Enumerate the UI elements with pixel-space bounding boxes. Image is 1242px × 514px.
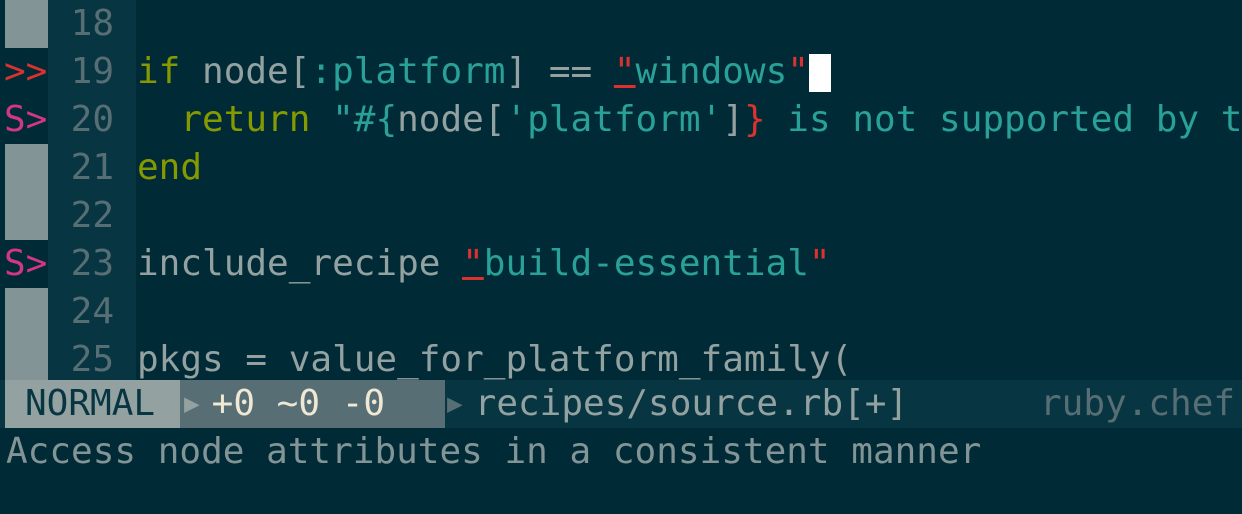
- line-number: 18: [48, 0, 136, 48]
- line-number: 22: [48, 192, 136, 240]
- line-23[interactable]: S> 23 include_recipe "build-essential": [0, 240, 1242, 288]
- line-18[interactable]: 18: [0, 0, 1242, 48]
- hunk-summary: +0 ~0 -0: [211, 383, 386, 424]
- sign-column: [0, 336, 48, 384]
- code-line[interactable]: end: [137, 144, 202, 192]
- sign-column: [0, 192, 48, 240]
- line-number: 24: [48, 288, 136, 336]
- separator-arrow-icon: ▶: [184, 389, 200, 419]
- style-sign: S>: [0, 96, 48, 144]
- editor-pane[interactable]: 18 >> 19 if node[:platform] == "windows"…: [0, 0, 1242, 384]
- text-cursor: [808, 54, 831, 92]
- style-sign: S>: [0, 240, 48, 288]
- line-21[interactable]: 21 end: [0, 144, 1242, 192]
- status-line: NORMAL ▶ +0 ~0 -0 ▶ recipes/source.rb[+] r…: [0, 380, 1242, 428]
- git-hunks: ▶ +0 ~0 -0: [180, 380, 445, 428]
- code-line[interactable]: if node[:platform] == "windows": [137, 48, 831, 96]
- line-number: 25: [48, 336, 136, 384]
- error-sign: >>: [0, 48, 48, 96]
- line-number: 21: [48, 144, 136, 192]
- command-line-message: Access node attributes in a consistent m…: [6, 431, 982, 472]
- sign-column: [0, 0, 48, 48]
- sign-column: [0, 144, 48, 192]
- sign-column: [0, 288, 48, 336]
- line-25[interactable]: 25 pkgs = value_for_platform_family(: [0, 336, 1242, 384]
- line-22[interactable]: 22: [0, 192, 1242, 240]
- file-name: ▶ recipes/source.rb[+]: [445, 380, 908, 428]
- separator-arrow-icon: ▶: [447, 389, 463, 419]
- line-19[interactable]: >> 19 if node[:platform] == "windows": [0, 48, 1242, 96]
- code-line[interactable]: pkgs = value_for_platform_family(: [137, 336, 852, 384]
- code-line[interactable]: return "#{node['platform']} is not suppo…: [137, 96, 1242, 144]
- line-number: 20: [48, 96, 136, 144]
- line-20[interactable]: S> 20 return "#{node['platform']} is not…: [0, 96, 1242, 144]
- line-24[interactable]: 24: [0, 288, 1242, 336]
- file-path: recipes/source.rb[+]: [474, 383, 909, 424]
- line-number: 19: [48, 48, 136, 96]
- line-number: 23: [48, 240, 136, 288]
- code-line[interactable]: include_recipe "build-essential": [137, 240, 831, 288]
- mode-indicator: NORMAL: [5, 380, 180, 428]
- filetype: ruby.chef: [1040, 383, 1236, 424]
